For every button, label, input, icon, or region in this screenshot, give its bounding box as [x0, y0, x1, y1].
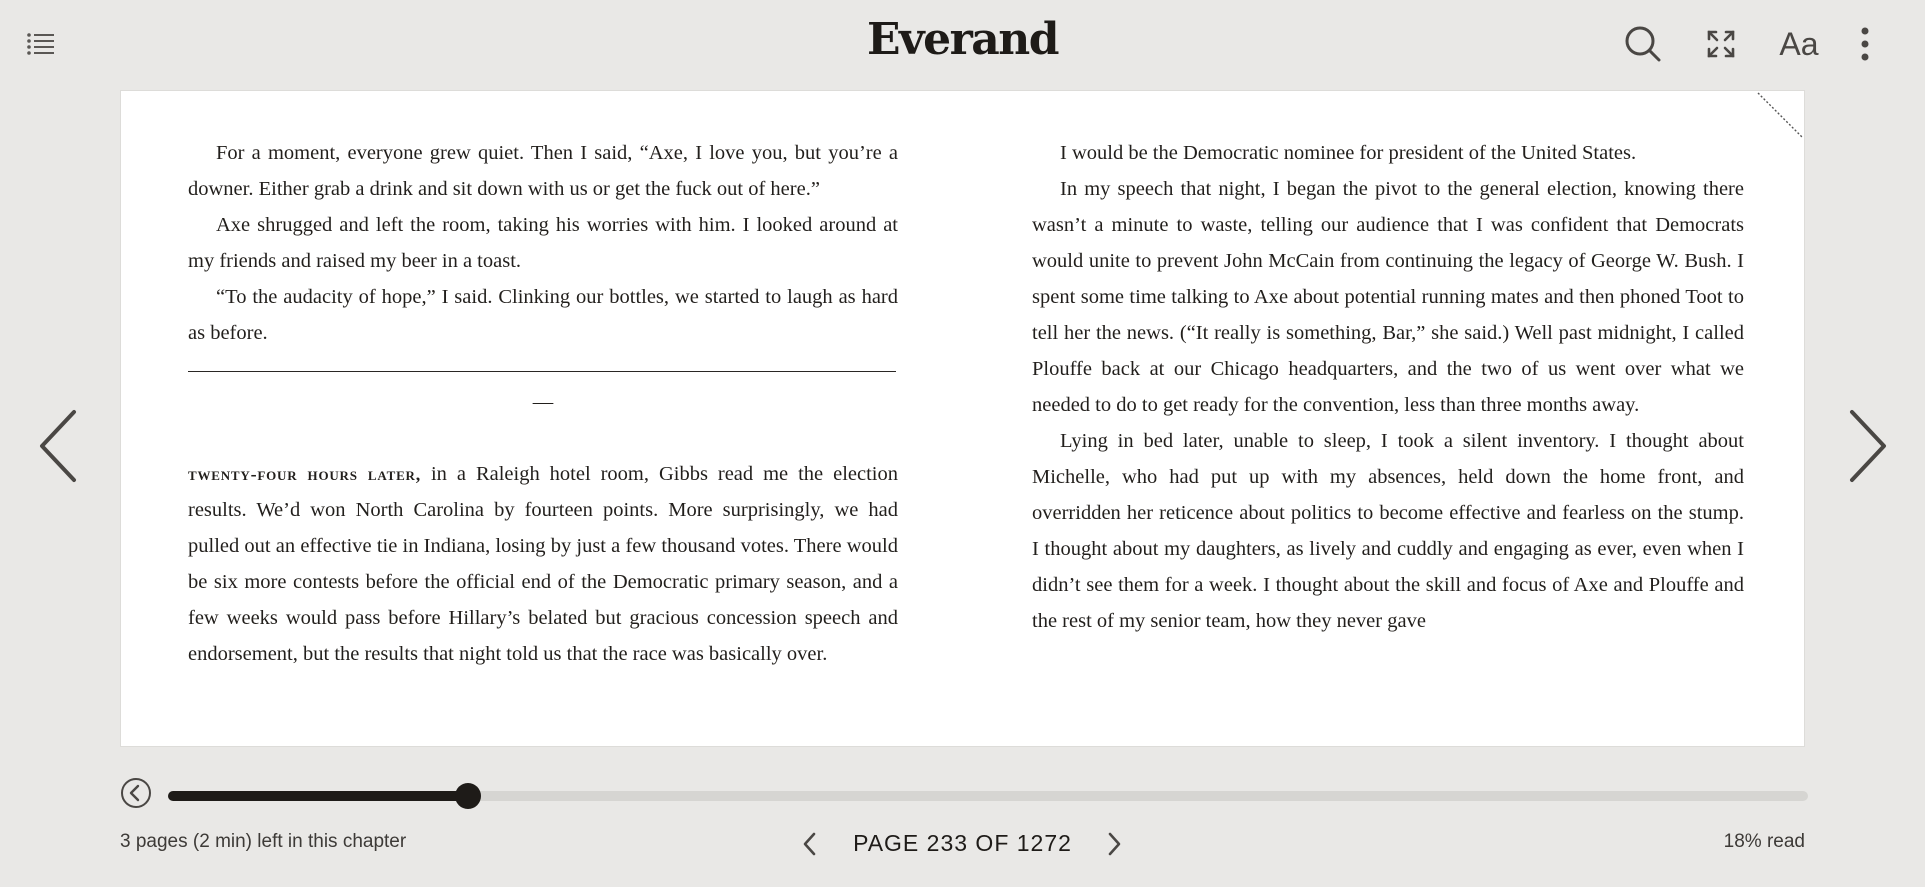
- next-page-arrow[interactable]: [1842, 406, 1890, 486]
- text-paragraph: In my speech that night, I began the piv…: [1032, 178, 1744, 416]
- top-bar: Everand Aa: [0, 0, 1925, 90]
- section-opening-paragraph: twenty-four hours later, in a Raleigh ho…: [188, 456, 898, 672]
- divider-rule: [188, 371, 896, 372]
- slider-thumb[interactable]: [455, 783, 482, 809]
- more-options-button[interactable]: [1845, 24, 1885, 64]
- book-page: For a moment, everyone grew quiet. Then …: [120, 90, 1805, 747]
- right-column: I would be the Democratic nominee for pr…: [1032, 135, 1744, 639]
- dog-ear-bookmark-icon[interactable]: [1754, 91, 1804, 141]
- text-paragraph: Lying in bed later, unable to sleep, I t…: [1032, 430, 1744, 632]
- font-settings-button[interactable]: Aa: [1779, 24, 1819, 64]
- search-button[interactable]: [1623, 24, 1663, 64]
- chevron-right-icon: [1850, 410, 1886, 482]
- back-circle-icon: [121, 778, 151, 808]
- page-number: PAGE 233 OF 1272: [853, 830, 1072, 856]
- chevron-left-icon: [803, 832, 816, 856]
- reading-progress-slider[interactable]: [168, 783, 1808, 809]
- text-paragraph: For a moment, everyone grew quiet. Then …: [188, 142, 898, 200]
- page-navigator: PAGE 233 OF 1272: [790, 826, 1135, 862]
- chevron-right-icon: [1108, 832, 1121, 856]
- percent-read: 18% read: [1723, 831, 1805, 852]
- section-break: —: [532, 391, 554, 413]
- previous-page-button[interactable]: [798, 830, 822, 858]
- previous-page-arrow[interactable]: [36, 406, 84, 486]
- section-paragraph-text: in a Raleigh hotel room, Gibbs read me t…: [188, 463, 898, 665]
- search-icon: [1625, 26, 1661, 62]
- continued-paragraph: I would be the Democratic nominee for pr…: [1060, 142, 1637, 164]
- text-paragraph: “To the audacity of hope,” I said. Clink…: [188, 286, 898, 344]
- text-paragraph: Axe shrugged and left the room, taking h…: [188, 214, 898, 272]
- fullscreen-icon: [1707, 30, 1735, 58]
- chapter-remaining-text: 3 pages (2 min) left in this chapter: [120, 831, 407, 852]
- more-vertical-icon: [1861, 27, 1869, 61]
- left-column: For a moment, everyone grew quiet. Then …: [188, 135, 898, 672]
- section-lead-in: twenty-four hours later,: [188, 464, 422, 484]
- slider-fill: [168, 791, 469, 801]
- back-to-previous-location-button[interactable]: [120, 777, 152, 809]
- next-page-button[interactable]: [1102, 830, 1126, 858]
- fullscreen-button[interactable]: [1701, 24, 1741, 64]
- chevron-left-icon: [40, 410, 76, 482]
